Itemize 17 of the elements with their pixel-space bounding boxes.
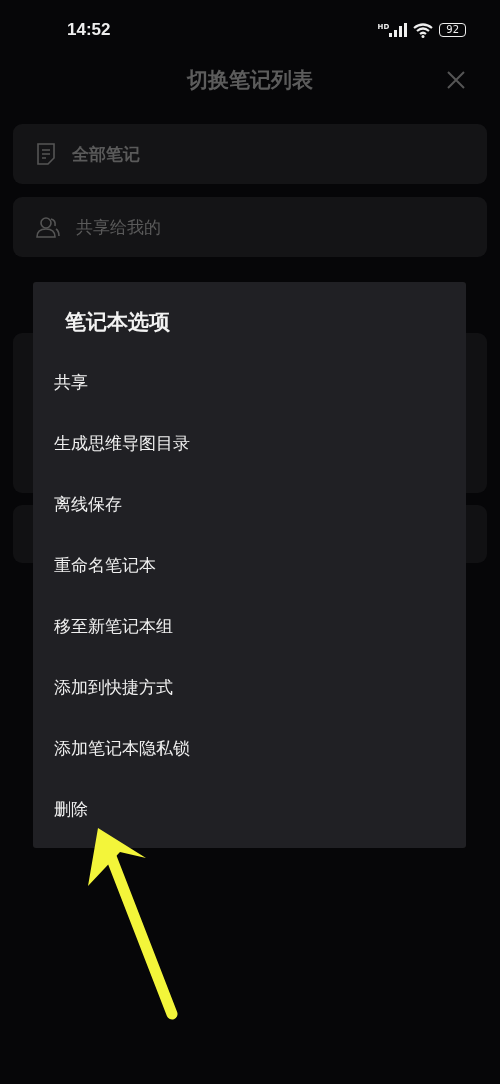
- document-icon: [36, 142, 56, 166]
- menu-item[interactable]: 共享: [54, 352, 88, 413]
- menu-item[interactable]: 生成思维导图目录: [54, 413, 190, 474]
- menu-item[interactable]: 添加笔记本隐私锁: [54, 718, 190, 779]
- header-title: 切换笔记列表: [187, 67, 313, 94]
- menu-item[interactable]: 重命名笔记本: [54, 535, 156, 596]
- signal-icon: [389, 23, 408, 37]
- wifi-icon: [413, 22, 434, 38]
- status-time: 14:52: [67, 20, 111, 40]
- menu-item[interactable]: 离线保存: [54, 474, 122, 535]
- close-icon[interactable]: [446, 70, 466, 90]
- people-icon: [36, 216, 60, 238]
- battery-icon: 92: [439, 23, 466, 37]
- menu-item[interactable]: 添加到快捷方式: [54, 657, 173, 718]
- menu-item[interactable]: 删除: [54, 779, 88, 840]
- dialog-title: 笔记本选项: [65, 309, 170, 336]
- menu-item[interactable]: 移至新笔记本组: [54, 596, 173, 657]
